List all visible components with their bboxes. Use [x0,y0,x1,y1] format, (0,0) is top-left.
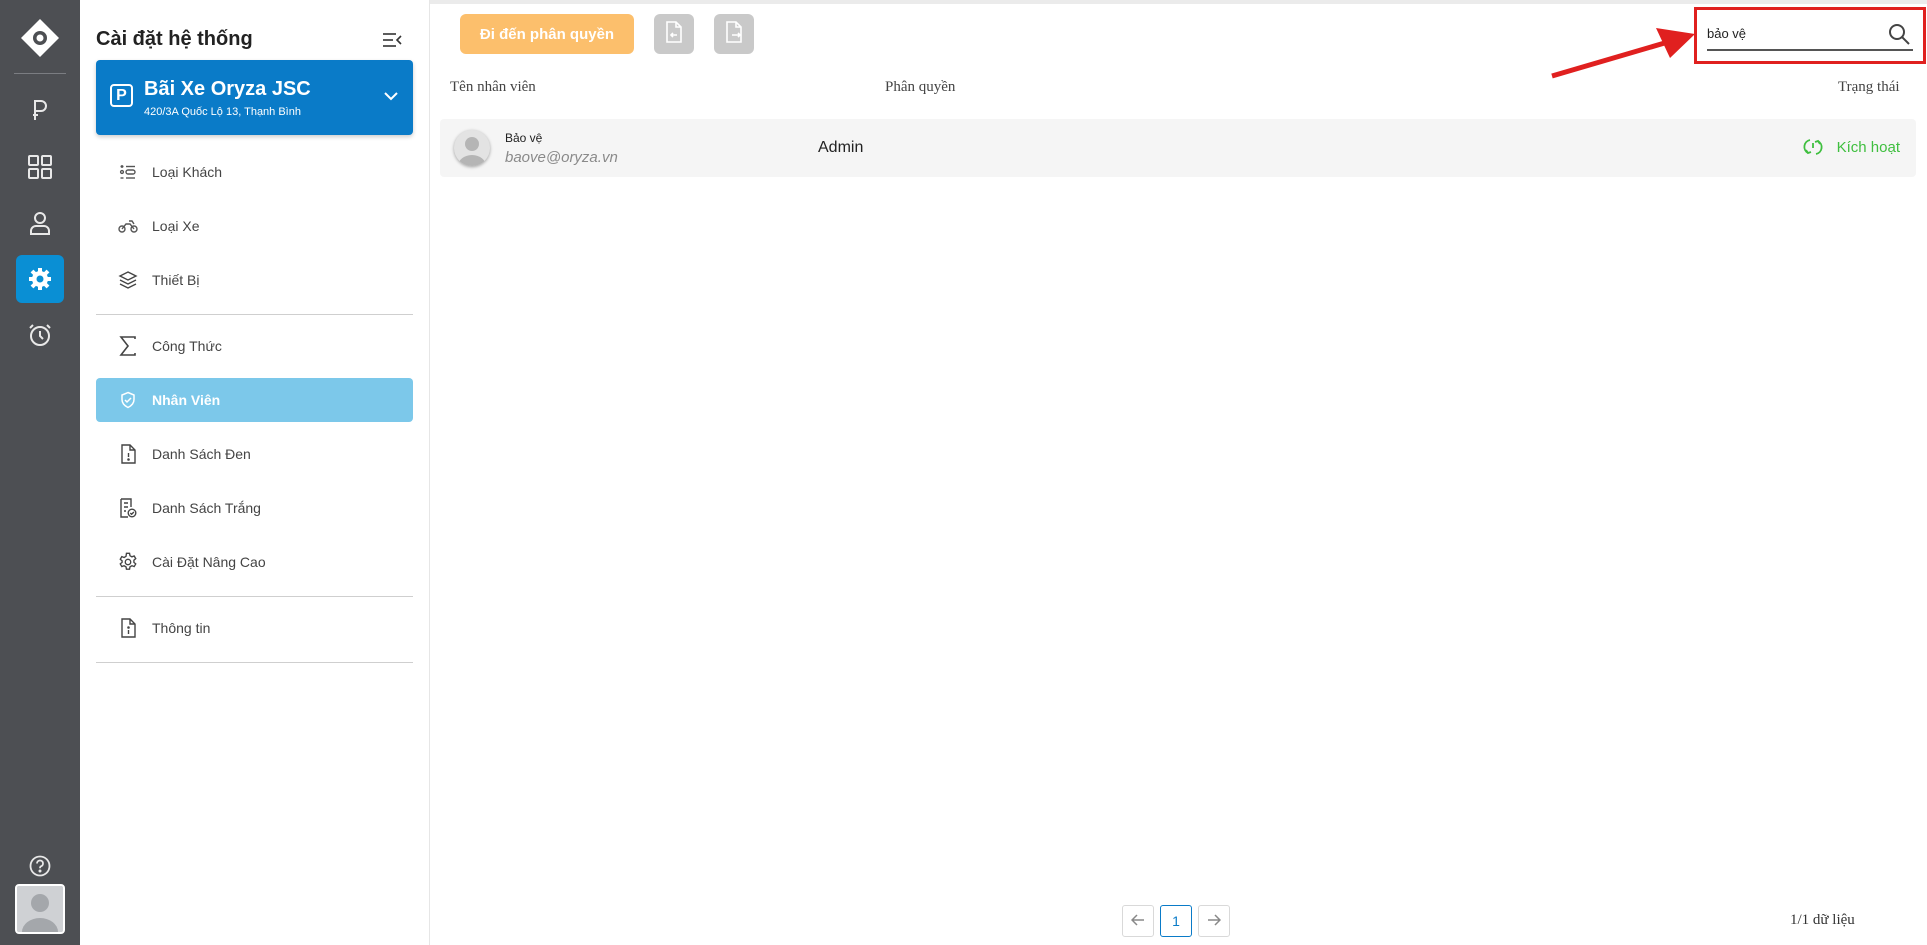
header-employee-name: Tên nhân viên [450,79,536,95]
parking-lot-selector[interactable]: P Bãi Xe Oryza JSC 420/3A Quốc Lộ 13, Th… [96,60,413,135]
menu-label: Thông tin [152,620,211,636]
layers-icon [118,270,138,290]
lot-name: Bãi Xe Oryza JSC [144,78,311,100]
customer-type-icon [118,162,138,182]
menu-label: Thiết Bị [152,272,200,288]
next-page-button[interactable] [1198,905,1230,937]
menu-item-danh-sach-den[interactable]: Danh Sách Đen [96,432,413,476]
lot-address: 420/3A Quốc Lộ 13, Thạnh Bình [144,106,301,118]
menu-item-thiet-bi[interactable]: Thiết Bị [96,258,413,302]
lot-badge: P [110,84,133,107]
sigma-icon [118,336,138,356]
motorbike-icon [118,216,138,236]
employee-name: Bảo vệ [505,131,543,145]
table-row[interactable]: Bảo vệ baove@oryza.vn Admin Kích hoạt [440,119,1916,177]
search-underline [1707,49,1913,51]
help-icon[interactable] [24,850,56,882]
employee-status[interactable]: Kích hoạt [1540,138,1900,156]
file-alert-icon [118,444,138,464]
collapse-menu-icon[interactable] [380,28,404,52]
employee-email: baove@oryza.vn [505,149,618,166]
menu-label: Cài Đặt Nâng Cao [152,554,266,570]
menu-label: Nhân Viên [152,392,221,408]
grid-icon[interactable] [16,143,64,191]
app: Cài đặt hệ thống P Bãi Xe Oryza JSC 420/… [0,0,1927,945]
menu-item-loai-khach[interactable]: Loại Khách [96,150,413,194]
menu-divider [96,596,413,597]
menu-item-loai-xe[interactable]: Loại Xe [96,204,413,248]
panel-title: Cài đặt hệ thống [96,28,253,50]
menu-label: Danh Sách Đen [152,446,251,462]
menu-divider [96,662,413,663]
search-highlight-box [1694,7,1926,64]
menu-label: Loại Khách [152,164,223,180]
employee-role: Admin [818,139,864,156]
status-toggle-icon [1803,139,1823,155]
import-file-button[interactable] [654,14,694,54]
file-export-icon [724,20,744,48]
rail-divider [14,73,66,74]
menu-item-thong-tin[interactable]: Thông tin [96,606,413,650]
status-label: Kích hoạt [1836,138,1900,156]
red-arrow-annotation [1551,28,1695,79]
file-import-icon [664,20,684,48]
history-icon[interactable] [16,311,64,359]
menu-divider [96,314,413,315]
menu-label: Loại Xe [152,218,200,234]
menu-item-cai-dat-nang-cao[interactable]: Cài Đặt Nâng Cao [96,540,413,584]
arrow-right-icon [1207,913,1222,929]
export-file-button[interactable] [714,14,754,54]
arrow-left-icon [1130,913,1145,929]
user-icon[interactable] [16,199,64,247]
gear-icon [118,552,138,572]
records-count: 1/1 dữ liệu [1790,912,1855,928]
app-logo-icon[interactable] [20,18,60,58]
header-role: Phân quyền [885,79,956,95]
nav-rail [0,0,80,945]
chevron-down-icon[interactable] [383,88,399,106]
menu-item-nhan-vien[interactable]: Nhân Viên [96,378,413,422]
main-content: Đi đến phân quyền Tên nhân viên Phân quy… [430,0,1927,945]
user-avatar[interactable] [15,884,65,934]
menu-label: Danh Sách Trắng [152,500,261,516]
header-status: Trạng thái [1838,79,1900,95]
menu-label: Công Thức [152,338,222,354]
settings-icon[interactable] [16,255,64,303]
menu-item-cong-thuc[interactable]: Công Thức [96,324,413,368]
parking-icon[interactable] [16,86,64,134]
search-input[interactable] [1707,20,1877,46]
file-info-icon [118,618,138,638]
shield-check-icon [118,390,138,410]
go-to-permissions-button[interactable]: Đi đến phân quyền [460,14,634,54]
employee-avatar [454,130,490,166]
settings-panel: Cài đặt hệ thống P Bãi Xe Oryza JSC 420/… [80,0,430,945]
file-check-icon [118,498,138,518]
menu-item-danh-sach-trang[interactable]: Danh Sách Trắng [96,486,413,530]
prev-page-button[interactable] [1122,905,1154,937]
search-icon[interactable] [1887,22,1911,46]
page-button-1[interactable]: 1 [1160,905,1192,937]
